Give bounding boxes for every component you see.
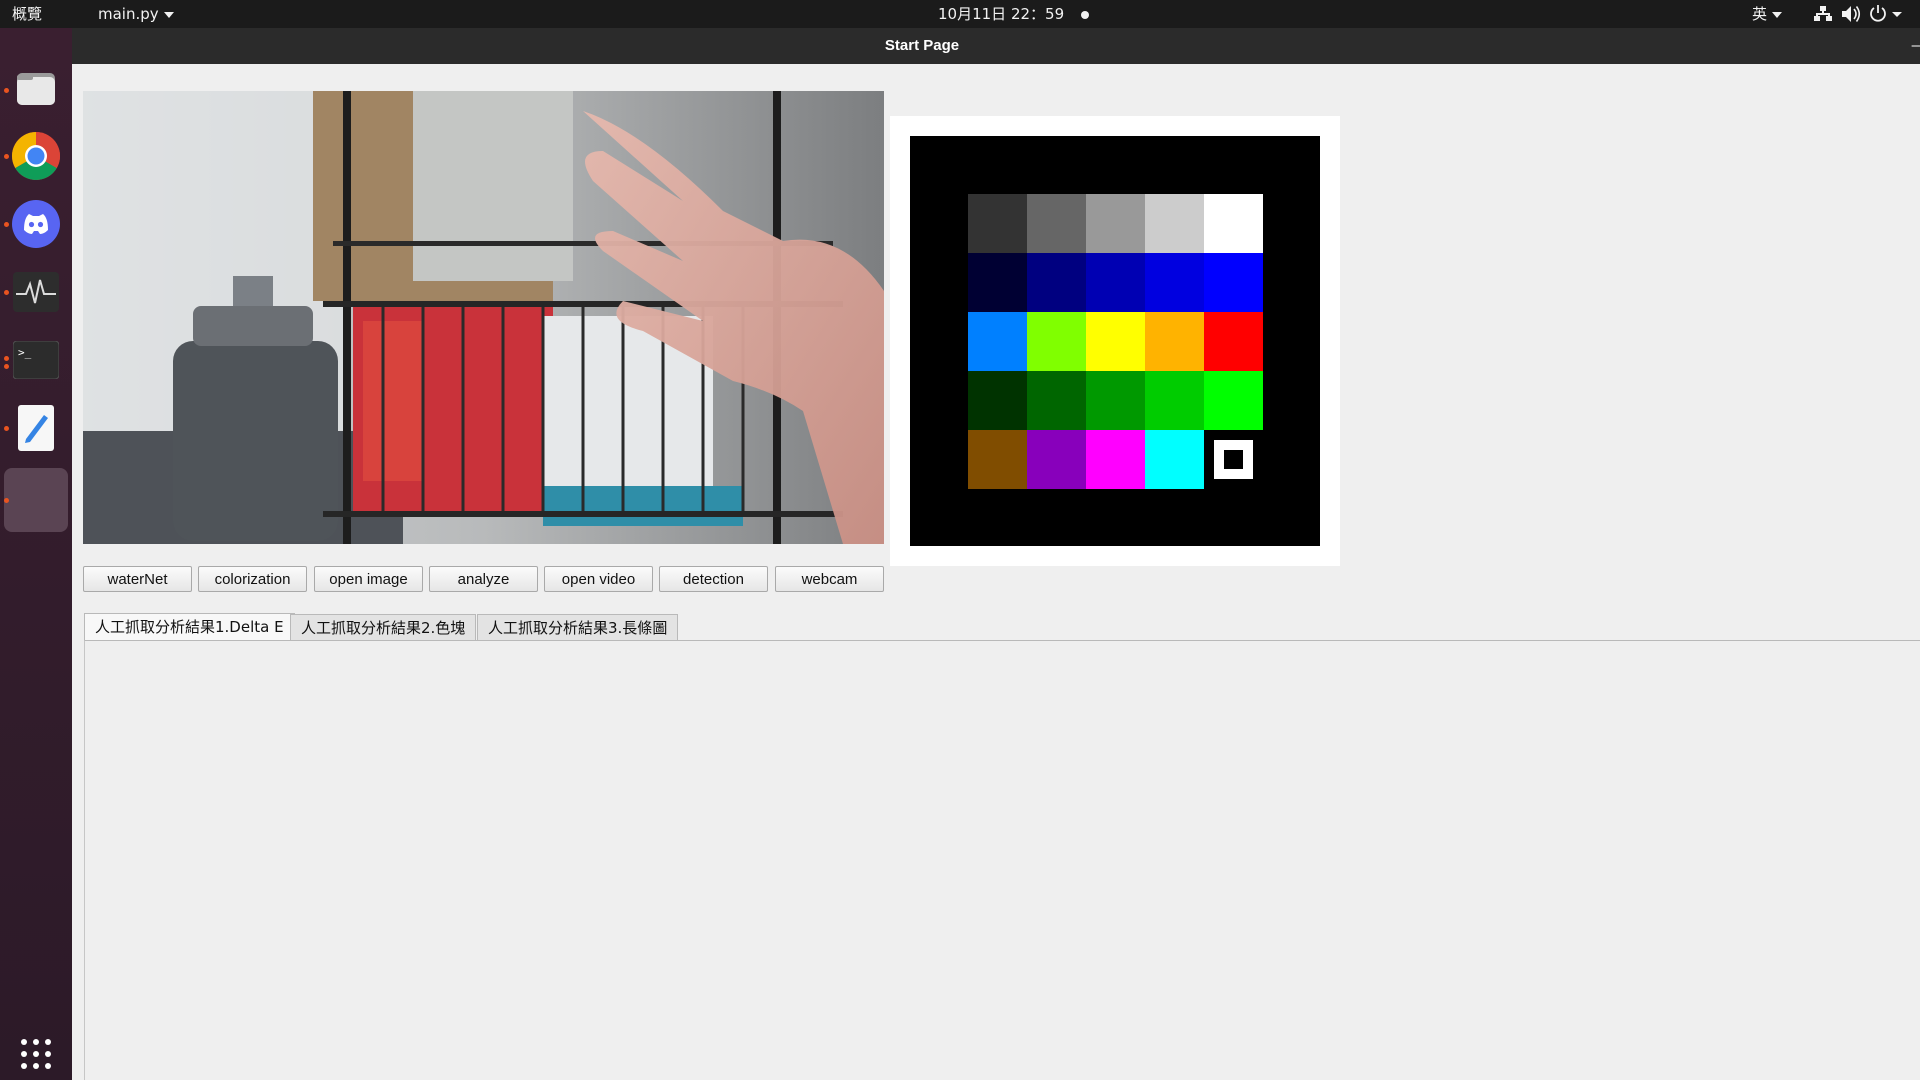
window-titlebar[interactable]: Start Page – <box>72 28 1920 64</box>
clock[interactable]: 10月11日 22：59 <box>938 0 1089 28</box>
color-swatch <box>968 312 1027 371</box>
svg-text:>_: >_ <box>18 346 32 359</box>
color-swatch <box>1086 430 1145 489</box>
marker-frame <box>1214 440 1253 479</box>
tab-content-pane <box>84 640 1920 1080</box>
files-launcher[interactable] <box>10 63 62 115</box>
chart-marker <box>1204 430 1263 489</box>
color-swatch <box>1086 194 1145 253</box>
python-app-launcher[interactable] <box>4 468 68 532</box>
clock-label: 10月11日 22：59 <box>938 5 1065 23</box>
color-swatch <box>1145 312 1204 371</box>
terminal-icon: >_ <box>13 341 59 379</box>
color-swatch <box>1204 312 1263 371</box>
color-swatch <box>1145 194 1204 253</box>
analyze-button[interactable]: analyze <box>429 566 538 592</box>
chrome-launcher[interactable] <box>10 130 62 182</box>
text-editor-launcher[interactable] <box>10 402 62 454</box>
color-swatch <box>1086 371 1145 430</box>
color-swatch <box>1145 253 1204 312</box>
color-chart-image <box>890 116 1340 566</box>
color-swatch <box>968 194 1027 253</box>
color-swatch <box>1027 194 1086 253</box>
running-indicator <box>4 356 9 361</box>
color-swatch <box>1027 430 1086 489</box>
minimize-button[interactable]: – <box>1912 28 1920 64</box>
chevron-down-icon <box>163 11 174 18</box>
volume-icon <box>1842 6 1861 22</box>
running-indicator <box>4 154 9 159</box>
window-title: Start Page <box>884 37 960 54</box>
color-swatch <box>1027 312 1086 371</box>
open-image-button[interactable]: open image <box>314 566 423 592</box>
running-indicator <box>4 290 9 295</box>
marker-center <box>1224 450 1243 469</box>
running-indicator <box>4 222 9 227</box>
waternet-button[interactable]: waterNet <box>83 566 192 592</box>
chevron-down-icon <box>1772 11 1783 18</box>
open-video-button[interactable]: open video <box>544 566 653 592</box>
camera-preview <box>83 91 884 544</box>
system-monitor-icon <box>13 272 59 312</box>
color-swatch <box>1145 430 1204 489</box>
color-swatch <box>968 371 1027 430</box>
color-swatch <box>1086 312 1145 371</box>
colorization-button[interactable]: colorization <box>198 566 307 592</box>
terminal-launcher[interactable]: >_ <box>10 334 62 386</box>
color-swatch <box>1086 253 1145 312</box>
show-applications-button[interactable] <box>10 1028 62 1080</box>
running-indicator <box>4 498 9 503</box>
files-icon <box>17 73 55 105</box>
color-swatch <box>1027 371 1086 430</box>
tab-bar-chart[interactable]: 人工抓取分析結果3.長條圖 <box>477 614 679 641</box>
discord-icon <box>12 200 60 248</box>
system-monitor-launcher[interactable] <box>10 266 62 318</box>
webcam-button[interactable]: webcam <box>775 566 884 592</box>
running-indicator <box>4 426 9 431</box>
app-menu-label: main.py <box>98 5 159 23</box>
tab-color-blocks[interactable]: 人工抓取分析結果2.色塊 <box>290 614 477 641</box>
top-bar: 概覽 main.py 10月11日 22：59 英 <box>0 0 1920 28</box>
color-swatch <box>1204 194 1263 253</box>
activities-button[interactable]: 概覽 <box>12 0 42 28</box>
running-indicator <box>4 364 9 369</box>
input-method-menu[interactable]: 英 <box>1752 0 1783 28</box>
chevron-down-icon <box>1892 12 1902 17</box>
color-chart-background <box>910 136 1320 546</box>
color-swatch <box>968 430 1027 489</box>
text-editor-icon <box>18 405 54 451</box>
network-icon <box>1814 6 1832 21</box>
show-applications-icon <box>21 1039 51 1069</box>
input-method-label: 英 <box>1752 5 1768 23</box>
app-menu[interactable]: main.py <box>98 0 174 28</box>
system-menu[interactable] <box>1812 0 1920 28</box>
detection-button[interactable]: detection <box>659 566 768 592</box>
color-swatch <box>1204 371 1263 430</box>
notification-dot-icon <box>1080 10 1089 19</box>
color-swatch <box>1204 253 1263 312</box>
dock: >_ <box>0 28 72 1080</box>
running-indicator <box>4 88 9 93</box>
color-swatch <box>968 253 1027 312</box>
color-swatch <box>1145 371 1204 430</box>
tab-delta-e[interactable]: 人工抓取分析結果1.Delta E <box>84 613 295 641</box>
discord-launcher[interactable] <box>10 198 62 250</box>
color-swatch <box>1027 253 1086 312</box>
power-icon <box>1870 5 1886 22</box>
chrome-icon <box>11 132 61 181</box>
